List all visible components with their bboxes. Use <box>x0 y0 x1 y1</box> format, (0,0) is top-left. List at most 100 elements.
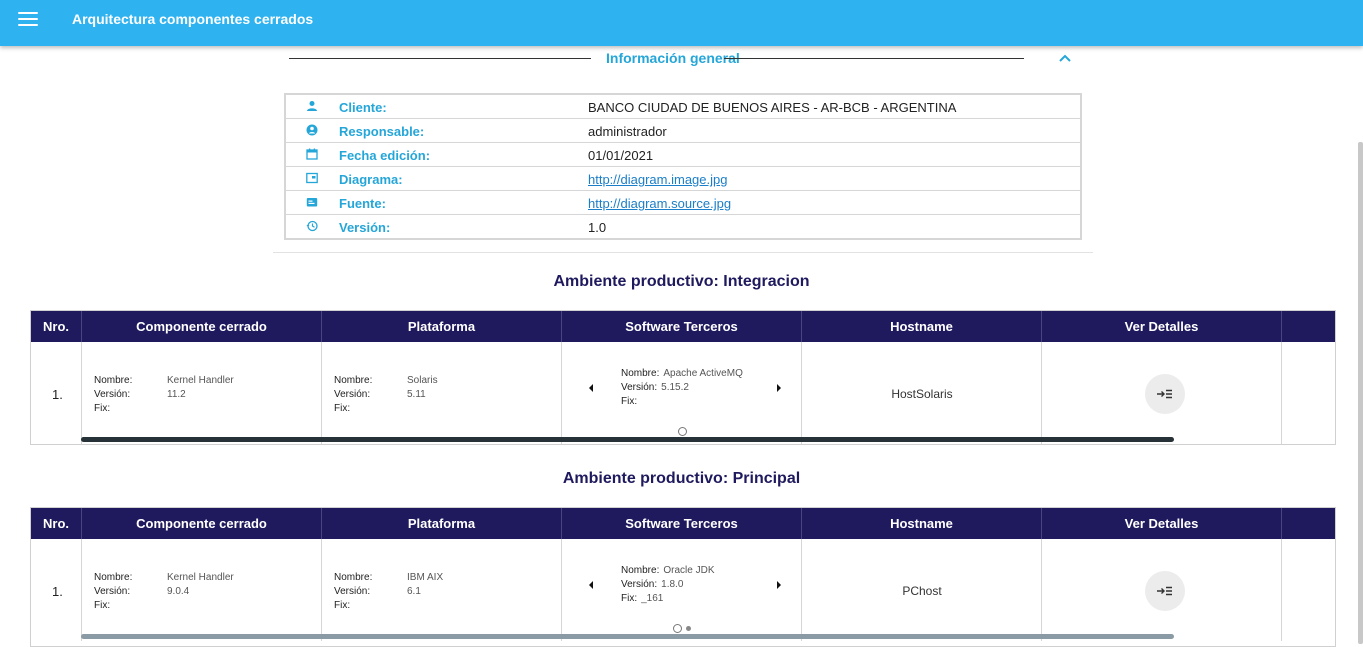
platform-version: 5.11 <box>407 389 426 400</box>
field-label: Nombre: <box>94 572 133 583</box>
divider <box>724 58 1024 59</box>
platform-info: Nombre: Solaris Versión: 5.11 Fix: <box>334 374 438 416</box>
column-header: Software Terceros <box>562 311 802 342</box>
horizontal-scrollbar[interactable] <box>81 437 1174 442</box>
row-number: 1. <box>52 387 63 402</box>
info-label: Fuente: <box>339 196 386 211</box>
info-label: Diagrama: <box>339 172 403 187</box>
field-label: Nombre: <box>621 565 660 576</box>
details-arrow-icon <box>1157 586 1172 596</box>
field-label: Nombre: <box>94 375 133 386</box>
info-row-diagrama: Diagrama: http://diagram.image.jpg <box>286 167 1080 191</box>
app-title: Arquitectura componentes cerrados <box>72 11 314 27</box>
view-details-button[interactable] <box>1145 374 1185 414</box>
field-label: Nombre: <box>621 368 660 379</box>
component-info: Nombre: Kernel Handler Versión: 11.2 Fix: <box>94 374 234 416</box>
vertical-scrollbar[interactable] <box>1358 142 1363 644</box>
field-label: Nombre: <box>334 572 373 583</box>
info-value: 01/01/2021 <box>588 148 654 163</box>
table-header: Nro. Componente cerrado Plataforma Softw… <box>31 508 1335 539</box>
info-section-header: Información general <box>289 48 1079 70</box>
environment-title: Ambiente productivo: Integracion <box>553 273 810 290</box>
field-label: Fix: <box>621 593 638 604</box>
carousel-dot[interactable] <box>673 624 682 633</box>
app-bar: Arquitectura componentes cerrados <box>0 0 1363 46</box>
info-label: Cliente: <box>339 100 387 115</box>
column-header: Ver Detalles <box>1042 311 1282 342</box>
software-fix: _161 <box>641 593 664 604</box>
carousel-prev-icon[interactable] <box>586 579 596 591</box>
carousel-next-icon[interactable] <box>774 579 784 591</box>
field-label: Versión: <box>334 389 371 400</box>
component-version: 9.0.4 <box>167 586 190 597</box>
carousel-indicators <box>673 624 691 633</box>
column-header-empty <box>1282 508 1335 539</box>
software-info: Nombre: Apache ActiveMQ Versión: 5.15.2 Fi… <box>621 367 743 409</box>
carousel-prev-icon[interactable] <box>586 382 596 394</box>
component-info: Nombre: Kernel Handler Versión: 9.0.4 Fix: <box>94 571 234 613</box>
divider <box>289 58 591 59</box>
field-label: Nombre: <box>334 375 373 386</box>
column-header: Hostname <box>802 311 1042 342</box>
column-header: Plataforma <box>322 508 562 539</box>
person-icon <box>307 101 317 111</box>
calendar-icon <box>306 148 318 160</box>
column-header: Nro. <box>31 508 82 539</box>
environment-table: Nro. Componente cerrado Plataforma Softw… <box>30 310 1336 445</box>
horizontal-scrollbar[interactable] <box>81 634 1174 639</box>
field-label: Fix: <box>334 600 351 611</box>
environment-table: Nro. Componente cerrado Plataforma Softw… <box>30 507 1336 647</box>
view-details-button[interactable] <box>1145 571 1185 611</box>
source-icon <box>306 198 318 207</box>
column-header: Hostname <box>802 508 1042 539</box>
field-label: Versión: <box>621 382 658 393</box>
component-name: Kernel Handler <box>167 375 234 386</box>
field-label: Fix: <box>621 396 638 407</box>
carousel-dot[interactable] <box>678 427 687 436</box>
info-label: Responsable: <box>339 124 425 139</box>
component-version: 11.2 <box>167 389 186 400</box>
platform-version: 6.1 <box>407 586 421 597</box>
carousel-dot[interactable] <box>686 626 691 631</box>
divider <box>273 252 1093 253</box>
source-link[interactable]: http://diagram.source.jpg <box>588 196 731 211</box>
diagram-link[interactable]: http://diagram.image.jpg <box>588 172 727 187</box>
component-name: Kernel Handler <box>167 572 234 583</box>
info-row-version: Versión: 1.0 <box>286 215 1080 239</box>
account-circle-icon <box>306 124 318 136</box>
column-header: Software Terceros <box>562 508 802 539</box>
diagram-icon <box>306 172 318 184</box>
column-header: Componente cerrado <box>82 508 322 539</box>
info-card: Cliente: BANCO CIUDAD DE BUENOS AIRES - … <box>284 93 1082 240</box>
carousel-next-icon[interactable] <box>774 382 784 394</box>
table-header: Nro. Componente cerrado Plataforma Softw… <box>31 311 1335 342</box>
hostname: HostSolaris <box>891 387 953 401</box>
platform-name: Solaris <box>407 375 438 386</box>
history-icon <box>306 220 318 232</box>
column-header: Nro. <box>31 311 82 342</box>
column-header-empty <box>1282 311 1335 342</box>
menu-icon[interactable] <box>18 12 38 28</box>
platform-name: IBM AIX <box>407 572 444 583</box>
column-header: Componente cerrado <box>82 311 322 342</box>
info-value: administrador <box>588 124 667 139</box>
info-label: Fecha edición: <box>339 148 431 163</box>
info-label: Versión: <box>339 220 391 235</box>
info-value: BANCO CIUDAD DE BUENOS AIRES - AR-BCB - … <box>588 100 957 115</box>
software-name: Apache ActiveMQ <box>663 368 743 379</box>
info-value: 1.0 <box>588 220 607 235</box>
environment-title: Ambiente productivo: Principal <box>562 470 801 487</box>
field-label: Fix: <box>94 600 111 611</box>
software-info: Nombre: Oracle JDK Versión: 1.8.0 Fix: _161 <box>621 564 714 606</box>
chevron-up-icon[interactable] <box>1058 51 1072 65</box>
hostname: PChost <box>902 584 942 598</box>
field-label: Versión: <box>94 389 131 400</box>
platform-info: Nombre: IBM AIX Versión: 6.1 Fix: <box>334 571 443 613</box>
field-label: Versión: <box>94 586 131 597</box>
info-row-cliente: Cliente: BANCO CIUDAD DE BUENOS AIRES - … <box>286 95 1080 119</box>
info-row-responsable: Responsable: administrador <box>286 119 1080 143</box>
table-row: 1. Nombre: Kernel Handler Versión: 9.0.4 F… <box>31 539 1335 641</box>
field-label: Fix: <box>334 403 351 414</box>
software-version: 1.8.0 <box>661 579 684 590</box>
software-version: 5.15.2 <box>661 382 689 393</box>
